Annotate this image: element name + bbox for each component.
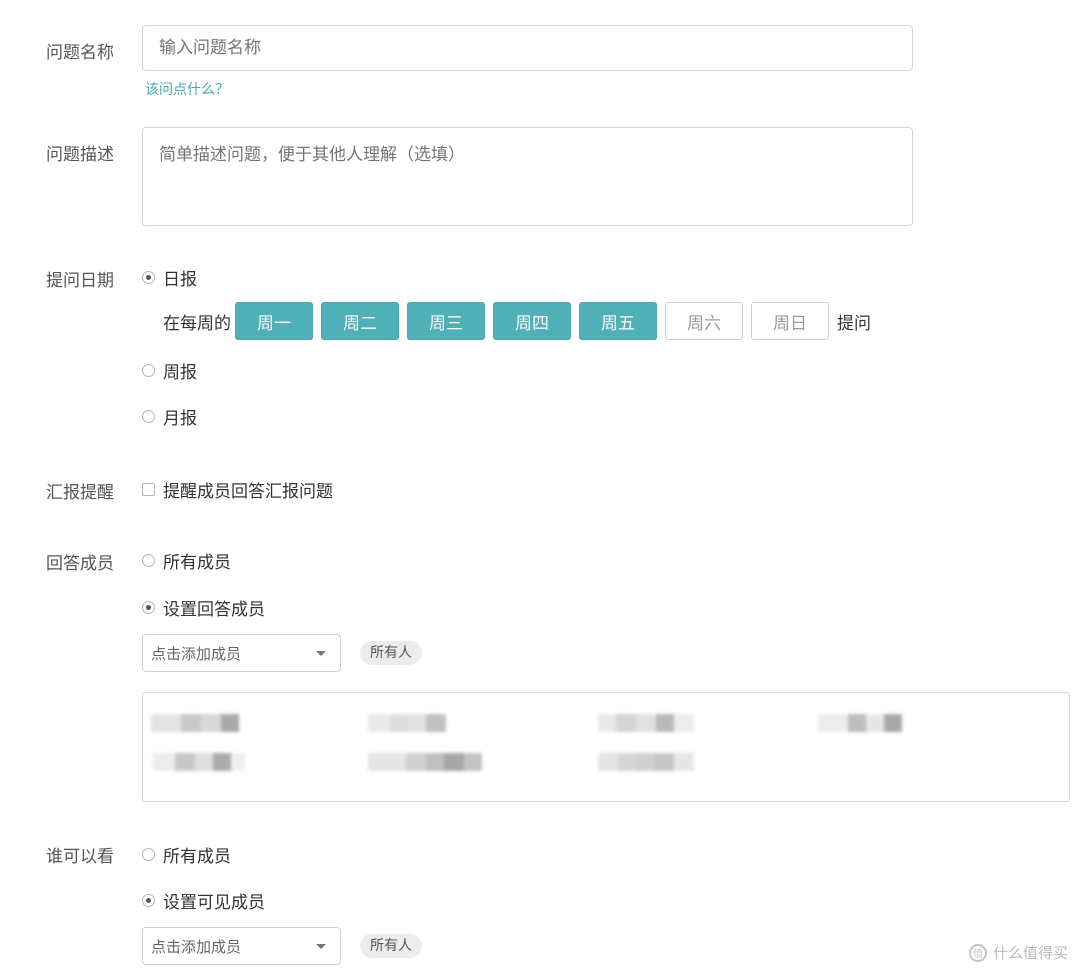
- daily-option[interactable]: 日报: [142, 265, 197, 290]
- member-item: [368, 714, 446, 732]
- answer-member-list: [142, 692, 1070, 802]
- chevron-down-icon: [316, 651, 326, 656]
- weekday-selector: 在每周的 周一 周二 周三 周四 周五 周六 周日 提问: [163, 302, 871, 340]
- report-reminder-label: 汇报提醒: [46, 483, 114, 503]
- member-item: [368, 753, 482, 771]
- answer-all-option[interactable]: 所有成员: [142, 548, 231, 573]
- question-date-label: 提问日期: [46, 271, 114, 291]
- monthly-option[interactable]: 月报: [142, 404, 197, 429]
- day-button-thu[interactable]: 周四: [493, 302, 571, 340]
- reminder-option[interactable]: 提醒成员回答汇报问题: [142, 477, 333, 502]
- visible-all-radio[interactable]: [142, 848, 155, 861]
- chevron-down-icon: [316, 944, 326, 949]
- monthly-option-label: 月报: [163, 409, 197, 429]
- member-item: [153, 753, 245, 771]
- question-name-hint-link[interactable]: 该问点什么？: [145, 79, 229, 99]
- day-button-mon[interactable]: 周一: [235, 302, 313, 340]
- weekday-prefix: 在每周的: [163, 313, 231, 334]
- daily-option-label: 日报: [163, 270, 197, 290]
- day-button-sun[interactable]: 周日: [751, 302, 829, 340]
- day-button-tue[interactable]: 周二: [321, 302, 399, 340]
- question-name-input[interactable]: [142, 25, 913, 71]
- reminder-checkbox-label: 提醒成员回答汇报问题: [163, 482, 333, 502]
- visible-custom-radio[interactable]: [142, 894, 155, 907]
- answer-custom-label: 设置回答成员: [163, 600, 265, 620]
- visible-tag-everyone[interactable]: 所有人: [360, 934, 422, 958]
- day-button-fri[interactable]: 周五: [579, 302, 657, 340]
- member-item: [598, 753, 694, 771]
- weekly-option-label: 周报: [163, 363, 197, 383]
- question-name-label: 问题名称: [46, 43, 114, 63]
- answer-add-member-placeholder: 点击添加成员: [151, 644, 242, 663]
- visible-custom-option[interactable]: 设置可见成员: [142, 888, 265, 913]
- visibility-label: 谁可以看: [46, 847, 114, 867]
- answer-all-label: 所有成员: [163, 553, 231, 573]
- visible-all-label: 所有成员: [163, 847, 231, 867]
- answer-tag-everyone[interactable]: 所有人: [360, 641, 422, 665]
- watermark-text: 什么值得买: [992, 944, 1068, 962]
- day-button-wed[interactable]: 周三: [407, 302, 485, 340]
- answer-all-radio[interactable]: [142, 554, 155, 567]
- smzdm-logo-icon: 值: [968, 943, 987, 962]
- answer-custom-radio[interactable]: [142, 601, 155, 614]
- reminder-checkbox[interactable]: [142, 483, 155, 496]
- visible-all-option[interactable]: 所有成员: [142, 842, 231, 867]
- watermark: 值 什么值得买: [968, 942, 1068, 963]
- member-item: [598, 714, 694, 732]
- answer-custom-option[interactable]: 设置回答成员: [142, 595, 265, 620]
- weekly-radio[interactable]: [142, 364, 155, 377]
- visible-custom-label: 设置可见成员: [163, 893, 265, 913]
- day-button-sat[interactable]: 周六: [665, 302, 743, 340]
- answer-members-label: 回答成员: [46, 554, 114, 574]
- member-item: [151, 714, 239, 732]
- question-description-textarea[interactable]: [142, 127, 913, 226]
- weekday-suffix: 提问: [837, 313, 871, 334]
- visible-add-member-select[interactable]: 点击添加成员: [142, 927, 341, 965]
- daily-radio[interactable]: [142, 271, 155, 284]
- weekly-option[interactable]: 周报: [142, 358, 197, 383]
- answer-add-member-select[interactable]: 点击添加成员: [142, 634, 341, 672]
- question-description-label: 问题描述: [46, 145, 114, 165]
- visible-add-member-placeholder: 点击添加成员: [151, 937, 242, 956]
- member-item: [818, 714, 902, 732]
- monthly-radio[interactable]: [142, 410, 155, 423]
